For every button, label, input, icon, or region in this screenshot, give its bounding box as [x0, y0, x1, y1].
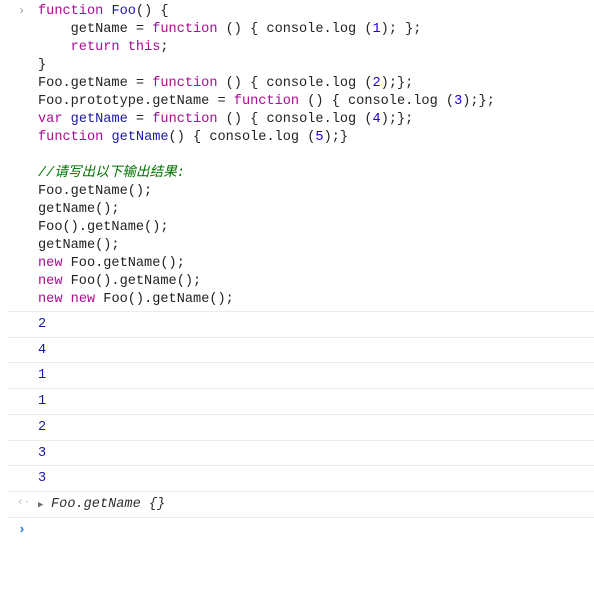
code-token-plain: Foo().getName(); [95, 292, 234, 307]
code-token-kw: function [152, 76, 218, 91]
code-line: Foo.getName = function () { console.log … [38, 75, 594, 93]
code-line: Foo.prototype.getName = function () { co… [38, 93, 594, 111]
code-token-plain: Foo.getName(); [38, 184, 153, 199]
code-token-fnname: getName [70, 112, 128, 127]
code-token-plain: () { console.log ( [168, 130, 316, 145]
code-token-num: 3 [454, 94, 463, 109]
code-line: new new Foo().getName(); [38, 291, 594, 309]
code-line: new Foo().getName(); [38, 273, 594, 291]
code-block: function Foo() { getName = function () {… [38, 3, 594, 309]
code-token-plain: );}; [462, 94, 495, 109]
code-line: function Foo() { [38, 3, 594, 21]
code-line: var getName = function () { console.log … [38, 111, 594, 129]
code-token-plain: () { console.log ( [217, 76, 373, 91]
output-value: 4 [38, 342, 47, 358]
code-line: getName(); [38, 237, 594, 255]
console-output-row: 3 [7, 439, 594, 466]
code-line: getName(); [38, 201, 594, 219]
prompt-chevron-icon: › [18, 521, 26, 537]
result-arrow-icon: ‹· [17, 496, 31, 509]
code-token-cmt: //请写出以下输出结果: [38, 166, 185, 181]
output-value: 3 [38, 445, 47, 461]
console-output-row: 1 [7, 388, 594, 414]
console-input-entry: › function Foo() { getName = function ()… [0, 0, 594, 309]
code-line: return this; [38, 39, 594, 57]
console-prompt-row[interactable]: › [7, 516, 594, 544]
console-output-row: 2 [7, 413, 594, 440]
console-output-row: 4 [7, 336, 594, 363]
console-output-row: 2 [7, 311, 594, 337]
output-value: 1 [38, 368, 47, 384]
code-token-plain: Foo().getName(); [38, 220, 169, 235]
code-token-plain: Foo.getName = [38, 76, 153, 91]
code-token-plain: ; [160, 40, 169, 55]
input-prompt-chevron-icon: › [18, 4, 26, 18]
code-token-plain: () { console.log ( [217, 112, 373, 127]
code-token-kw: this [127, 40, 161, 55]
code-line: Foo().getName(); [38, 219, 594, 237]
code-token-plain: Foo.prototype.getName = [38, 94, 234, 109]
code-token-kw: var [38, 112, 63, 127]
code-line: Foo.getName(); [38, 183, 594, 201]
code-token-num: 4 [372, 112, 381, 127]
code-token-fnname: getName [111, 130, 169, 145]
code-token-kw: new [38, 292, 63, 307]
code-token-kw: function [233, 94, 300, 109]
code-token-plain: );}; [380, 76, 414, 91]
code-token-kw: new [70, 292, 96, 307]
code-line: new Foo.getName(); [38, 255, 594, 273]
console-output-row: 1 [7, 362, 594, 388]
code-token-plain: Foo.getName(); [62, 256, 185, 271]
code-line: function getName() { console.log (5);} [38, 129, 594, 147]
code-token-plain: () { [135, 4, 169, 19]
code-token-plain: () { console.log ( [299, 94, 455, 109]
code-token-num: 1 [372, 22, 381, 37]
code-line: //请写出以下输出结果: [38, 165, 594, 183]
code-token-kw: function [152, 22, 218, 37]
code-token-plain: Foo().getName(); [62, 274, 202, 289]
code-token-num: 2 [372, 76, 381, 91]
console-output-row: 3 [7, 465, 594, 491]
code-token-plain: () { console.log ( [217, 22, 373, 37]
code-token-plain: );}; [380, 112, 414, 127]
code-token-kw: function [38, 130, 104, 145]
expand-triangle-icon[interactable]: ▶ [38, 497, 43, 513]
code-token-plain: ); }; [380, 22, 422, 37]
code-token-fnname: Foo [111, 4, 136, 19]
code-token-kw: function [152, 112, 218, 127]
code-token-num: 5 [315, 130, 324, 145]
code-token-kw: return [70, 40, 120, 55]
output-value: 3 [38, 471, 47, 487]
code-token-kw: new [38, 256, 63, 271]
code-token-plain: getName(); [38, 238, 120, 253]
code-token-plain: getName = [38, 22, 153, 37]
code-token-plain: getName(); [38, 202, 120, 217]
code-token-kw: function [38, 4, 104, 19]
code-token-plain: = [127, 112, 153, 127]
result-value[interactable]: Foo.getName {} [51, 496, 165, 514]
code-token-kw: new [38, 274, 63, 289]
output-value: 2 [38, 419, 47, 435]
code-line: getName = function () { console.log (1);… [38, 21, 594, 39]
devtools-console: › function Foo() { getName = function ()… [0, 0, 594, 537]
code-token-plain: } [38, 58, 47, 73]
code-line: } [38, 57, 594, 75]
console-result-row[interactable]: ‹· ▶ Foo.getName {} [7, 490, 594, 517]
output-value: 1 [38, 394, 47, 410]
code-token-plain: );} [323, 130, 349, 145]
output-value: 2 [38, 317, 47, 332]
